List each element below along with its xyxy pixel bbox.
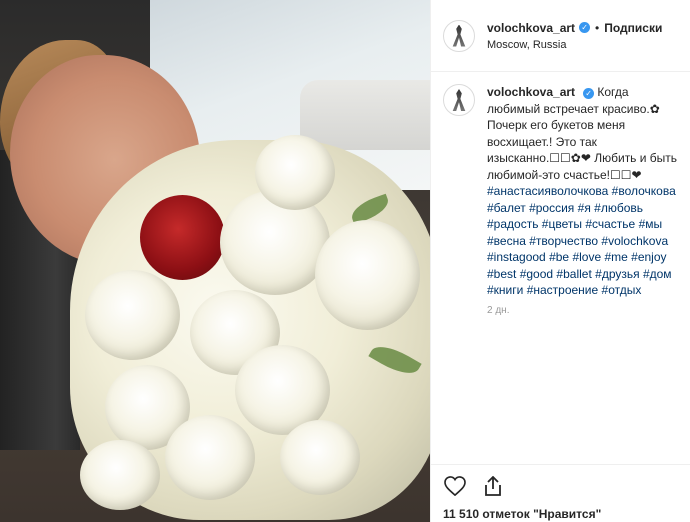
comments-area: volochkova_art ✓ Когда любимый встречает … bbox=[431, 72, 690, 462]
hashtag-link[interactable]: #творчество bbox=[529, 234, 598, 248]
hashtag-link[interactable]: #книги bbox=[487, 283, 523, 297]
white-rose bbox=[165, 415, 255, 500]
likes-count[interactable]: 11 510 отметок "Нравится" bbox=[443, 507, 679, 521]
caption-avatar[interactable] bbox=[443, 84, 475, 116]
hashtag-link[interactable]: #волочкова bbox=[612, 184, 676, 198]
white-rose bbox=[280, 420, 360, 495]
hashtag-link[interactable]: #good bbox=[520, 267, 553, 281]
caption-text: Когда любимый встречает красиво.✿ Почерк… bbox=[487, 85, 678, 182]
hashtag-link[interactable]: #счастье bbox=[585, 217, 635, 231]
hashtag-link[interactable]: #be bbox=[549, 250, 569, 264]
hashtag-link[interactable]: #радость bbox=[487, 217, 538, 231]
hashtag-link[interactable]: #весна bbox=[487, 234, 526, 248]
caption-username-link[interactable]: volochkova_art bbox=[487, 85, 575, 99]
white-rose bbox=[85, 270, 180, 360]
username-link[interactable]: volochkova_art bbox=[487, 20, 575, 36]
location-link[interactable]: Moscow, Russia bbox=[487, 38, 662, 52]
hashtag-link[interactable]: #me bbox=[604, 250, 627, 264]
white-rose bbox=[315, 220, 420, 330]
red-rose bbox=[140, 195, 225, 280]
following-button[interactable]: Подписки bbox=[604, 20, 662, 36]
hashtag-link[interactable]: #цветы bbox=[542, 217, 582, 231]
dancer-silhouette-icon bbox=[452, 89, 466, 111]
leaf bbox=[368, 338, 422, 382]
avatar[interactable] bbox=[443, 19, 475, 52]
caption-text-block: volochkova_art ✓ Когда любимый встречает … bbox=[487, 84, 678, 299]
verified-badge-icon: ✓ bbox=[583, 88, 595, 99]
caption-row: volochkova_art ✓ Когда любимый встречает … bbox=[443, 84, 678, 299]
hashtag-link[interactable]: #настроение bbox=[527, 283, 599, 297]
post-photo[interactable] bbox=[0, 0, 430, 522]
hashtag-list: #анастасияволочкова #волочкова #балет #р… bbox=[487, 184, 676, 297]
hashtag-link[interactable]: #best bbox=[487, 267, 516, 281]
hashtag-link[interactable]: #друзья bbox=[595, 267, 639, 281]
post-header: volochkova_art ✓ • Подписки Moscow, Russ… bbox=[431, 0, 690, 72]
rose-bouquet bbox=[70, 135, 430, 520]
separator-dot: • bbox=[595, 20, 600, 35]
hashtag-link[interactable]: #instagood bbox=[487, 250, 546, 264]
action-icons bbox=[443, 473, 679, 499]
hashtag-link[interactable]: #ballet bbox=[556, 267, 591, 281]
hashtag-link[interactable]: #анастасияволочкова bbox=[487, 184, 608, 198]
hashtag-link[interactable]: #любовь bbox=[594, 201, 643, 215]
hashtag-link[interactable]: #россия bbox=[529, 201, 574, 215]
white-rose bbox=[220, 190, 330, 295]
heart-icon[interactable] bbox=[443, 474, 467, 498]
verified-badge-icon: ✓ bbox=[579, 22, 591, 33]
header-row: volochkova_art ✓ • Подписки bbox=[487, 20, 662, 36]
white-rose bbox=[255, 135, 335, 210]
hashtag-link[interactable]: #балет bbox=[487, 201, 526, 215]
header-meta: volochkova_art ✓ • Подписки Moscow, Russ… bbox=[487, 20, 662, 52]
white-rose bbox=[80, 440, 160, 510]
hashtag-link[interactable]: #enjoy bbox=[631, 250, 666, 264]
hashtag-link[interactable]: #отдых bbox=[602, 283, 642, 297]
action-bar: 11 510 отметок "Нравится" bbox=[431, 464, 690, 521]
share-icon[interactable] bbox=[481, 474, 505, 498]
background-car bbox=[300, 80, 430, 150]
hashtag-link[interactable]: #мы bbox=[639, 217, 663, 231]
hashtag-link[interactable]: #love bbox=[572, 250, 601, 264]
hashtag-link[interactable]: #volochkova bbox=[601, 234, 668, 248]
post-sidebar: volochkova_art ✓ • Подписки Moscow, Russ… bbox=[430, 0, 690, 522]
hashtag-link[interactable]: #я bbox=[578, 201, 591, 215]
hashtag-link[interactable]: #дом bbox=[643, 267, 672, 281]
post-time[interactable]: 2 дн. bbox=[487, 305, 678, 316]
dancer-silhouette-icon bbox=[452, 24, 466, 47]
